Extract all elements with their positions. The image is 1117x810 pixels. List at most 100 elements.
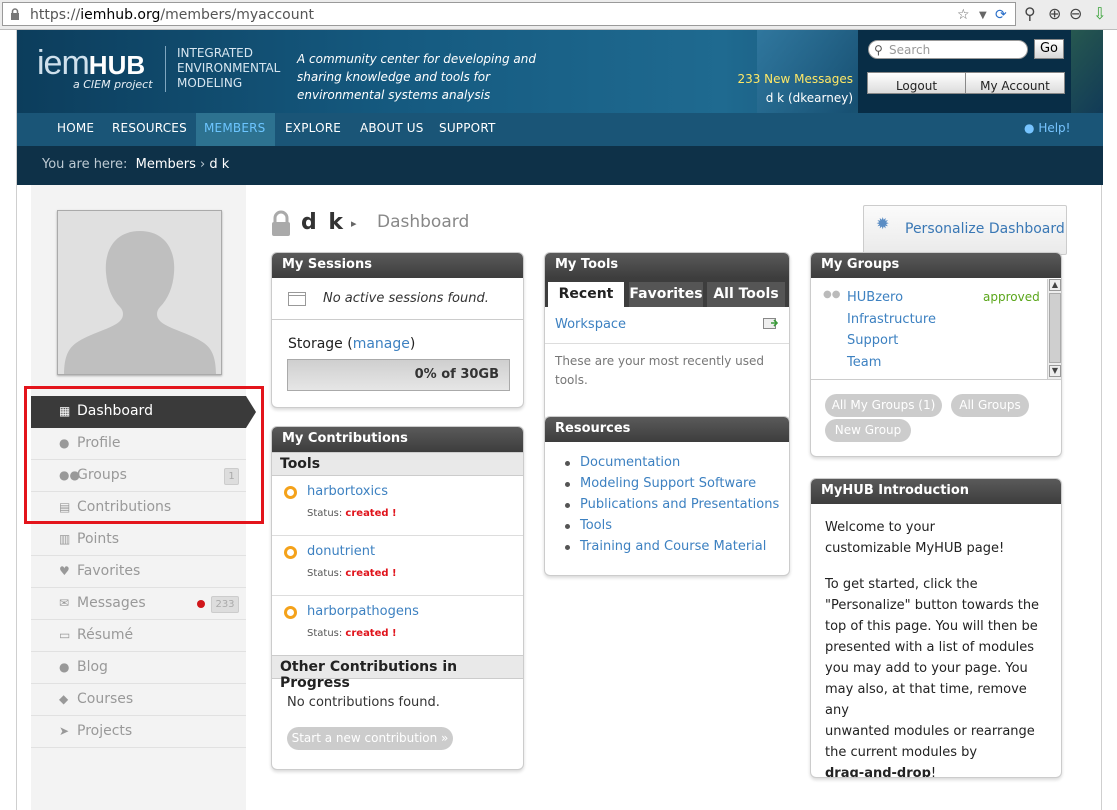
zoom-out-icon[interactable]: ⊖ — [1069, 4, 1082, 23]
no-contributions-text: No contributions found. — [287, 695, 440, 710]
nav-support[interactable]: SUPPORT — [431, 113, 511, 146]
mortarboard-icon: ◆ — [59, 692, 69, 706]
sidebar-item-favorites[interactable]: ♥ Favorites — [31, 556, 246, 588]
nav-members[interactable]: MEMBERS — [196, 113, 275, 146]
group-icon: ●● — [823, 289, 841, 300]
gear-icon: ✹ — [876, 214, 890, 233]
sidebar-item-messages[interactable]: ✉ Messages 233 — [31, 588, 246, 620]
contribution-item: harbortoxics Status: created ! — [272, 476, 523, 536]
search-input[interactable]: ⚲ Search — [868, 40, 1028, 59]
contribution-name[interactable]: donutrient — [307, 544, 375, 559]
lock-icon — [272, 210, 290, 236]
my-tools-module: My Tools Recent Favorites All Tools Work… — [544, 252, 790, 422]
star-icon[interactable]: ☆ — [957, 7, 970, 23]
resource-link[interactable]: Publications and Presentations — [565, 497, 779, 518]
myhub-introduction-module: MyHUB Introduction Welcome to your custo… — [810, 478, 1062, 778]
sidebar-item-points[interactable]: ▥ Points — [31, 524, 246, 556]
breadcrumb: You are here: Members › d k — [17, 146, 1103, 185]
new-group-button[interactable]: New Group — [825, 419, 911, 442]
scroll-thumb[interactable] — [1049, 293, 1061, 363]
breadcrumb-members[interactable]: Members — [136, 157, 196, 172]
help-icon: ● — [1024, 121, 1035, 135]
main-nav: HOME RESOURCES MEMBERS EXPLORE ABOUT US … — [17, 113, 1103, 146]
address-bar[interactable]: https://iemhub.org/members/myaccount ☆ ▼… — [2, 2, 1016, 26]
all-groups-button[interactable]: All Groups — [951, 394, 1029, 417]
recent-tools-note: These are your most recently used tools. — [555, 354, 765, 387]
reload-icon[interactable]: ⟳ — [995, 7, 1007, 23]
user-name: d k (dkearney) — [765, 91, 853, 105]
new-messages-link[interactable]: 233 New Messages — [737, 70, 853, 89]
resources-module: Resources Documentation Modeling Support… — [544, 416, 790, 576]
lock-icon — [11, 8, 19, 20]
group-status: approved — [983, 290, 1040, 304]
nav-explore[interactable]: EXPLORE — [277, 113, 347, 146]
manage-link[interactable]: manage — [353, 336, 410, 352]
group-link-hubzero[interactable]: HUBzero Infrastructure Support Team — [847, 287, 936, 373]
resume-icon: ▭ — [59, 628, 71, 642]
contribution-name[interactable]: harborpathogens — [307, 604, 419, 619]
nav-home[interactable]: HOME — [49, 113, 99, 146]
contribution-item: donutrient Status: created ! — [272, 536, 523, 596]
url-text: https://iemhub.org/members/myaccount — [30, 7, 314, 23]
resource-link[interactable]: Documentation — [565, 455, 779, 476]
go-button[interactable]: Go — [1034, 39, 1064, 59]
start-contribution-button[interactable]: Start a new contribution » — [287, 727, 453, 750]
site-tagline: A community center for developing and sh… — [297, 52, 536, 102]
drag-and-drop-text: drag-and-drop — [825, 766, 931, 778]
tab-favorites[interactable]: Favorites — [629, 282, 703, 307]
my-contributions-header: My Contributions — [272, 427, 523, 452]
all-my-groups-button[interactable]: All My Groups (1) — [825, 394, 942, 417]
no-sessions-text: No active sessions found. — [323, 291, 489, 306]
launch-icon[interactable] — [763, 316, 779, 330]
sidebar-item-projects[interactable]: ➤ Projects — [31, 716, 246, 748]
tab-all-tools[interactable]: All Tools — [707, 282, 785, 307]
my-contributions-module: My Contributions Tools harbortoxics Stat… — [271, 426, 524, 770]
workspace-link[interactable]: Workspace — [555, 317, 626, 332]
tools-tabs: Recent Favorites All Tools — [545, 278, 789, 307]
unread-dot — [197, 600, 205, 608]
breadcrumb-current: d k — [209, 157, 230, 172]
sidebar-item-blog[interactable]: ● Blog — [31, 652, 246, 684]
breadcrumb-prefix: You are here: — [42, 157, 128, 172]
messages-count-badge: 233 — [211, 596, 239, 613]
nav-about-us[interactable]: ABOUT US — [352, 113, 432, 146]
groups-scrollbar[interactable]: ▲ ▼ — [1047, 279, 1061, 379]
download-icon[interactable]: ⇩ — [1093, 4, 1106, 23]
site-container: iemHUB a CIEM project INTEGRATED ENVIRON… — [16, 30, 1103, 810]
contribution-name[interactable]: harbortoxics — [307, 484, 388, 499]
highlight-box — [24, 386, 264, 524]
scroll-down-arrow[interactable]: ▼ — [1049, 365, 1061, 377]
resource-link[interactable]: Training and Course Material — [565, 539, 779, 560]
nav-resources[interactable]: RESOURCES — [104, 113, 190, 146]
zoom-in-icon[interactable]: ⊕ — [1048, 4, 1061, 23]
intro-welcome-text: Welcome to your customizable MyHUB page! — [825, 520, 1005, 556]
logo-subtitle: a CIEM project — [73, 78, 153, 91]
heart-icon: ♥ — [59, 564, 70, 578]
blog-icon: ● — [59, 660, 70, 674]
help-link[interactable]: ● Help! — [1024, 121, 1070, 135]
points-icon: ▥ — [59, 532, 71, 546]
masthead: iemHUB a CIEM project INTEGRATED ENVIRON… — [17, 30, 1103, 113]
dropdown-arrow-icon[interactable]: ▼ — [979, 10, 987, 21]
my-groups-header: My Groups — [811, 253, 1061, 278]
contribution-status: Status: created ! — [307, 628, 397, 639]
sidebar-item-resume[interactable]: ▭ Résumé — [31, 620, 246, 652]
storage-label: Storage (manage) — [288, 336, 416, 352]
avatar[interactable] — [57, 210, 222, 375]
my-sessions-module: My Sessions No active sessions found. St… — [271, 252, 524, 408]
intro-instructions-text: To get started, click the "Personalize" … — [825, 574, 1045, 778]
find-icon[interactable]: ⚲ — [1024, 4, 1036, 23]
page-title-user: d k — [301, 210, 346, 235]
personalize-dashboard-button[interactable]: ✹ Personalize Dashboard — [863, 205, 1067, 255]
logout-button[interactable]: Logout — [867, 72, 966, 94]
sidebar-item-courses[interactable]: ◆ Courses — [31, 684, 246, 716]
sessions-divider — [272, 319, 523, 320]
tools-divider — [545, 343, 789, 344]
myhub-introduction-header: MyHUB Introduction — [811, 479, 1061, 504]
my-account-button[interactable]: My Account — [965, 72, 1065, 94]
scroll-up-arrow[interactable]: ▲ — [1049, 279, 1061, 291]
logo-divider — [165, 46, 166, 92]
resource-link[interactable]: Tools — [565, 518, 779, 539]
tab-recent[interactable]: Recent — [548, 282, 624, 307]
resource-link[interactable]: Modeling Support Software — [565, 476, 779, 497]
